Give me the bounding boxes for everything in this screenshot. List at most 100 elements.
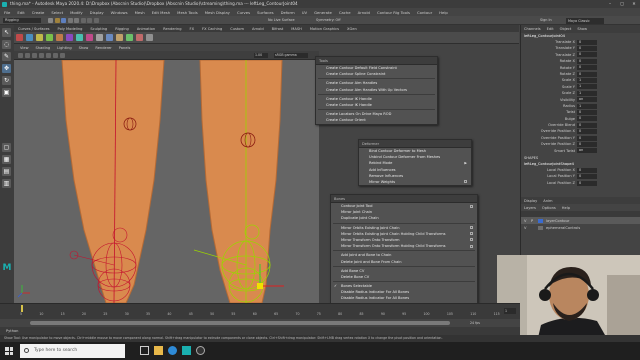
option-box-icon[interactable]	[470, 226, 473, 230]
viewport-menu-shading[interactable]: Shading	[36, 46, 51, 50]
exposure-field[interactable]: 1.00	[254, 53, 268, 58]
channel-row[interactable]: Local Position Z0	[521, 180, 640, 186]
grid-icon[interactable]	[25, 52, 30, 58]
single-view-icon[interactable]: ▢	[2, 143, 11, 152]
layer-row[interactable]: V PlayerContour	[521, 217, 640, 224]
browser-icon[interactable]	[168, 346, 177, 355]
layer-visibility-toggle[interactable]: V	[524, 226, 528, 230]
channel-value-field[interactable]: 1	[577, 78, 597, 84]
current-frame-marker[interactable]	[21, 305, 23, 312]
layer-menu-options[interactable]: Options	[542, 206, 556, 210]
menu-create[interactable]: Create	[32, 10, 45, 15]
option-box-icon[interactable]	[470, 244, 473, 248]
maximize-button[interactable]: ▢	[616, 0, 628, 8]
task-view-icon[interactable]	[140, 346, 149, 355]
shelf-tab-poly-modeling[interactable]: Poly Modeling	[58, 27, 83, 31]
shelf-tab-motion-graphics[interactable]: Motion Graphics	[310, 27, 339, 31]
layer-row[interactable]: VephemeralControls	[521, 224, 640, 231]
channel-value-field[interactable]: 0	[577, 116, 597, 122]
viewport-menu-view[interactable]: View	[20, 46, 29, 50]
lights-icon[interactable]	[53, 52, 58, 58]
menu-arnold[interactable]: Arnold	[358, 10, 370, 15]
shelf-tab-arnold[interactable]: Arnold	[252, 27, 264, 31]
shelf-tab-rigging[interactable]: Rigging	[115, 27, 129, 31]
symmetry-label[interactable]: Symmetry: Off	[316, 18, 341, 23]
new-scene-icon[interactable]	[48, 17, 53, 23]
layer-menu-help[interactable]: Help	[562, 206, 570, 210]
channel-box-tab-object[interactable]: Object	[560, 27, 572, 31]
scale-tool-icon[interactable]: ▣	[2, 88, 11, 97]
tools-menu-item[interactable]: Create Contour Aim Handles With Up Vecto…	[316, 87, 437, 93]
shelf-tab-mash[interactable]: MASH	[291, 27, 302, 31]
channel-value-field[interactable]: 0	[577, 52, 597, 58]
sign-in-link[interactable]: Sign In	[540, 18, 552, 23]
cluster-icon[interactable]	[55, 34, 63, 41]
menu-display[interactable]: Display	[90, 10, 104, 15]
menu-help[interactable]: Help	[439, 10, 448, 15]
lasso-tool-icon[interactable]: ◌	[2, 40, 11, 49]
menu-mesh[interactable]: Mesh	[135, 10, 145, 15]
channel-value-field[interactable]: 1	[577, 84, 597, 90]
blendshape-icon[interactable]	[75, 34, 83, 41]
channel-value-field[interactable]: 0	[577, 122, 597, 128]
time-slider[interactable]: 5 10 15 20 25 30 35 40 45 50 55 60 65 70 75 80 85 90 95 100…	[0, 303, 520, 319]
paint-weights-icon[interactable]	[45, 34, 53, 41]
menu-generate[interactable]: Generate	[314, 10, 332, 15]
select-hierarchy-icon[interactable]	[80, 17, 86, 23]
obs-icon[interactable]	[196, 346, 205, 355]
range-slider-bar[interactable]	[30, 321, 450, 325]
viewport-3d[interactable]	[14, 60, 319, 303]
option-box-icon[interactable]	[470, 232, 473, 236]
current-frame-field[interactable]: 1	[504, 308, 516, 314]
minimize-button[interactable]: –	[604, 0, 616, 8]
undo-icon[interactable]	[67, 17, 73, 23]
menu-windows[interactable]: Windows	[111, 10, 128, 15]
shelf-tab-fx[interactable]: FX	[190, 27, 195, 31]
shelf-tab-animation[interactable]: Animation	[137, 27, 155, 31]
bones-menu-item[interactable]: Mirror Transform Onto Transform Holding …	[331, 243, 477, 249]
aim-constraint-icon[interactable]	[125, 34, 133, 41]
channel-value-field[interactable]: 0	[577, 65, 597, 71]
menu-mesh-tools[interactable]: Mesh Tools	[177, 10, 198, 15]
channel-value-field[interactable]: 0	[577, 174, 597, 180]
shelf-tab-curves-surfaces[interactable]: Curves / Surfaces	[18, 27, 50, 31]
fps-dropdown[interactable]: 24 fps	[470, 320, 480, 326]
menu-contour-rig-tools[interactable]: Contour Rig Tools	[377, 10, 410, 15]
parent-constraint-icon[interactable]	[95, 34, 103, 41]
textured-icon[interactable]	[46, 52, 51, 58]
orient-constraint-icon[interactable]	[115, 34, 123, 41]
menu-mesh-display[interactable]: Mesh Display	[205, 10, 230, 15]
shelf-tab-fx-caching[interactable]: FX Caching	[202, 27, 222, 31]
menu-deform[interactable]: Deform	[281, 10, 295, 15]
select-component-icon[interactable]	[93, 17, 99, 23]
tools-menu-item[interactable]: Create Contour Orient	[316, 117, 437, 123]
gamma-dropdown[interactable]: sRGB gamma	[274, 53, 308, 58]
tools-menu-item[interactable]: Create Contour IK Handle	[316, 102, 437, 108]
menu-modify[interactable]: Modify	[70, 10, 83, 15]
channel-value-field[interactable]: 0	[577, 167, 597, 173]
layer-tab-display[interactable]: Display	[524, 199, 537, 203]
option-box-icon[interactable]	[464, 180, 467, 184]
layer-visibility-toggle[interactable]: V	[524, 219, 528, 223]
persp-graph-icon[interactable]: ▥	[2, 179, 11, 188]
paint-select-icon[interactable]: ✎	[2, 52, 11, 61]
no-live-surface-label[interactable]: No Live Surface	[268, 18, 295, 23]
workspace-dropdown[interactable]: Maya Classic	[566, 17, 604, 24]
channel-value-field[interactable]: 1	[577, 90, 597, 96]
viewport-menu-lighting[interactable]: Lighting	[57, 46, 72, 50]
smooth-shade-icon[interactable]	[39, 52, 44, 58]
shelf-tab-xgen[interactable]: XGen	[347, 27, 357, 31]
bones-menu-item[interactable]: Duplicate Joint Chain	[331, 215, 477, 221]
layer-menu-layers[interactable]: Layers	[524, 206, 536, 210]
command-language-label[interactable]: Python	[6, 329, 18, 333]
joint-tool-icon[interactable]	[15, 34, 23, 41]
viewport-menu-renderer[interactable]: Renderer	[95, 46, 111, 50]
layer-playback-toggle[interactable]: P	[531, 219, 535, 223]
menu-curves[interactable]: Curves	[237, 10, 250, 15]
layer-tab-anim[interactable]: Anim	[543, 199, 552, 203]
channel-row[interactable]: Smart Twist on	[521, 148, 640, 154]
four-view-icon[interactable]: ▦	[2, 155, 11, 164]
bind-skin-icon[interactable]	[35, 34, 43, 41]
camera-icon[interactable]	[18, 52, 23, 58]
select-object-icon[interactable]	[87, 17, 92, 23]
